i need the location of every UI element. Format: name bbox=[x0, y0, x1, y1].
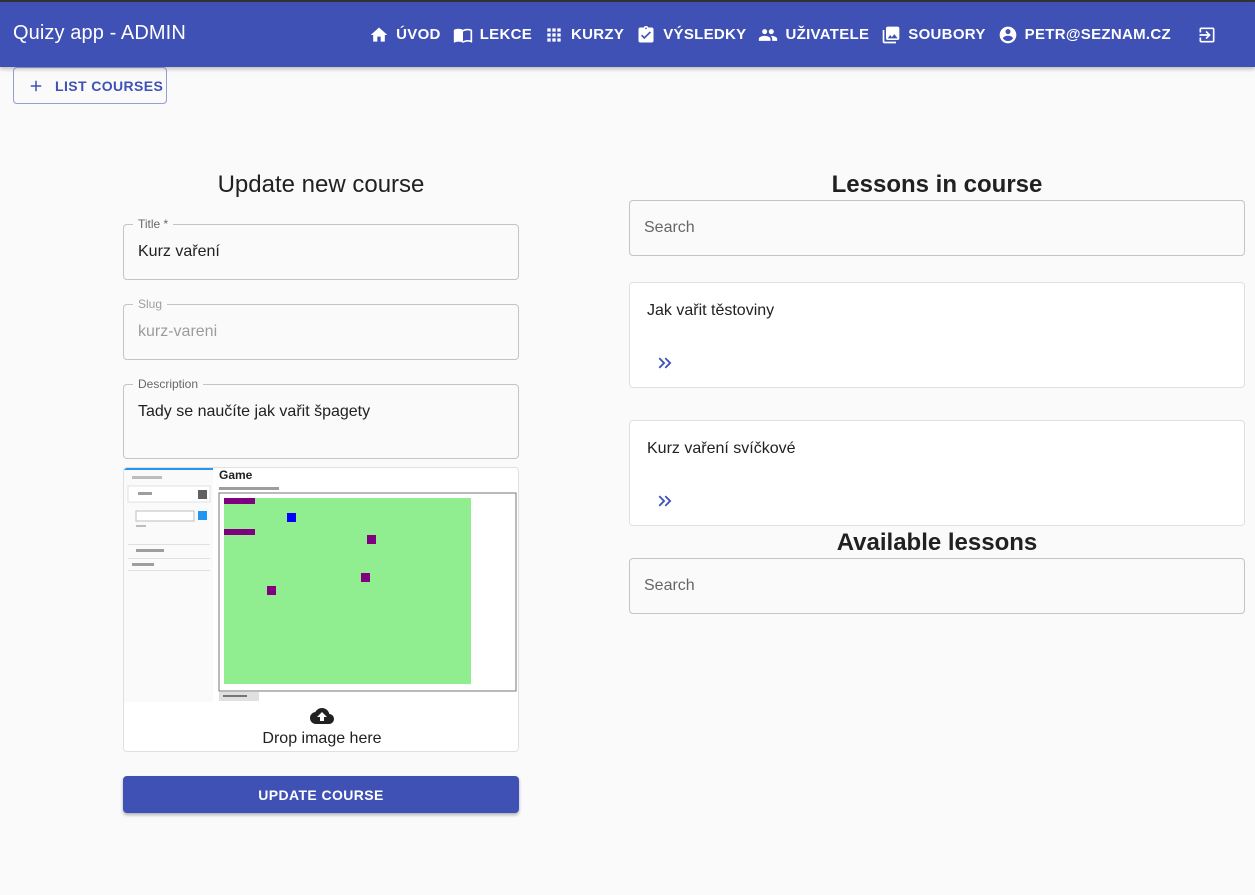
search-placeholder: Search bbox=[644, 219, 695, 236]
double-chevron-right-icon bbox=[658, 495, 672, 507]
open-lesson-button[interactable] bbox=[654, 490, 676, 512]
nav-item-label: VÝSLEDKY bbox=[663, 26, 747, 43]
slug-field-value: kurz-vareni bbox=[138, 323, 218, 340]
people-icon bbox=[759, 28, 778, 41]
nav-item-lekce[interactable]: LEKCE bbox=[453, 25, 532, 45]
nav-item-kurzy[interactable]: KURZY bbox=[544, 25, 624, 45]
description-field-value: Tady se naučíte jak vařit špagety bbox=[138, 403, 371, 420]
open-lesson-button[interactable] bbox=[654, 352, 676, 374]
nav-item-label: KURZY bbox=[571, 26, 625, 43]
course-image-preview: Game bbox=[124, 468, 518, 704]
nav-item-uvod[interactable]: ÚVOD bbox=[369, 25, 441, 45]
lesson-card: Jak vařit těstoviny bbox=[629, 282, 1245, 388]
drop-image-text: Drop image here bbox=[262, 730, 382, 747]
main-nav: ÚVOD LEKCE KURZY VÝSLEDKY UŽIVATELE SOUB… bbox=[369, 2, 1255, 67]
description-field[interactable]: Description Tady se naučíte jak vařit šp… bbox=[123, 376, 519, 459]
double-chevron-right-icon bbox=[658, 357, 672, 369]
app-bar: Quizy app - ADMIN ÚVOD LEKCE KURZY VÝSLE… bbox=[0, 2, 1255, 67]
lesson-card: Kurz vaření svíčkové bbox=[629, 420, 1245, 526]
update-course-button[interactable]: UPDATE COURSE bbox=[123, 776, 519, 813]
slug-field: Slug kurz-vareni bbox=[123, 296, 519, 360]
app-title: Quizy app - ADMIN bbox=[13, 22, 186, 44]
nav-item-uzivatele[interactable]: UŽIVATELE bbox=[758, 25, 869, 45]
nav-item-account[interactable]: PETR@SEZNAM.CZ bbox=[998, 25, 1171, 45]
form-title: Update new course bbox=[217, 171, 425, 198]
list-courses-label: LIST COURSES bbox=[55, 77, 164, 94]
available-lessons-search-input[interactable]: Search bbox=[629, 558, 1245, 614]
nav-item-label: PETR@SEZNAM.CZ bbox=[1024, 26, 1171, 43]
title-field[interactable]: Title * Kurz vaření bbox=[123, 216, 519, 280]
lesson-title: Jak vařit těstoviny bbox=[647, 302, 775, 319]
nav-item-label: ÚVOD bbox=[396, 26, 441, 43]
slug-field-label: Slug bbox=[133, 296, 168, 312]
lessons-in-course-search-input[interactable]: Search bbox=[629, 200, 1245, 256]
logout-button[interactable] bbox=[1197, 25, 1217, 45]
available-lessons-title: Available lessons bbox=[836, 529, 1038, 556]
nav-item-label: LEKCE bbox=[479, 26, 533, 43]
lessons-in-course-title: Lessons in course bbox=[831, 171, 1043, 198]
nav-item-soubory[interactable]: SOUBORY bbox=[881, 25, 985, 45]
list-courses-button[interactable]: LIST COURSES bbox=[13, 67, 167, 104]
grid-icon bbox=[547, 27, 561, 42]
game-screenshot-image bbox=[124, 468, 518, 704]
cloud-upload-icon bbox=[310, 708, 334, 724]
home-icon bbox=[370, 27, 388, 42]
check-clipboard-icon bbox=[638, 25, 654, 42]
title-field-label: Title * bbox=[133, 216, 174, 232]
nav-item-label: SOUBORY bbox=[908, 26, 986, 43]
plus-icon bbox=[30, 80, 42, 91]
preview-heading: Game bbox=[219, 468, 253, 482]
book-icon bbox=[453, 28, 472, 43]
search-placeholder: Search bbox=[644, 577, 695, 594]
nav-item-vysledky[interactable]: VÝSLEDKY bbox=[636, 25, 746, 45]
logout-icon bbox=[1199, 27, 1215, 42]
title-field-value: Kurz vaření bbox=[138, 243, 220, 260]
nav-item-label: UŽIVATELE bbox=[785, 26, 870, 43]
description-field-label: Description bbox=[133, 376, 204, 392]
photo-library-icon bbox=[882, 26, 900, 43]
image-dropzone[interactable]: Game Drop image here bbox=[123, 467, 519, 752]
account-circle-icon bbox=[999, 26, 1017, 43]
lesson-title: Kurz vaření svíčkové bbox=[647, 440, 796, 457]
